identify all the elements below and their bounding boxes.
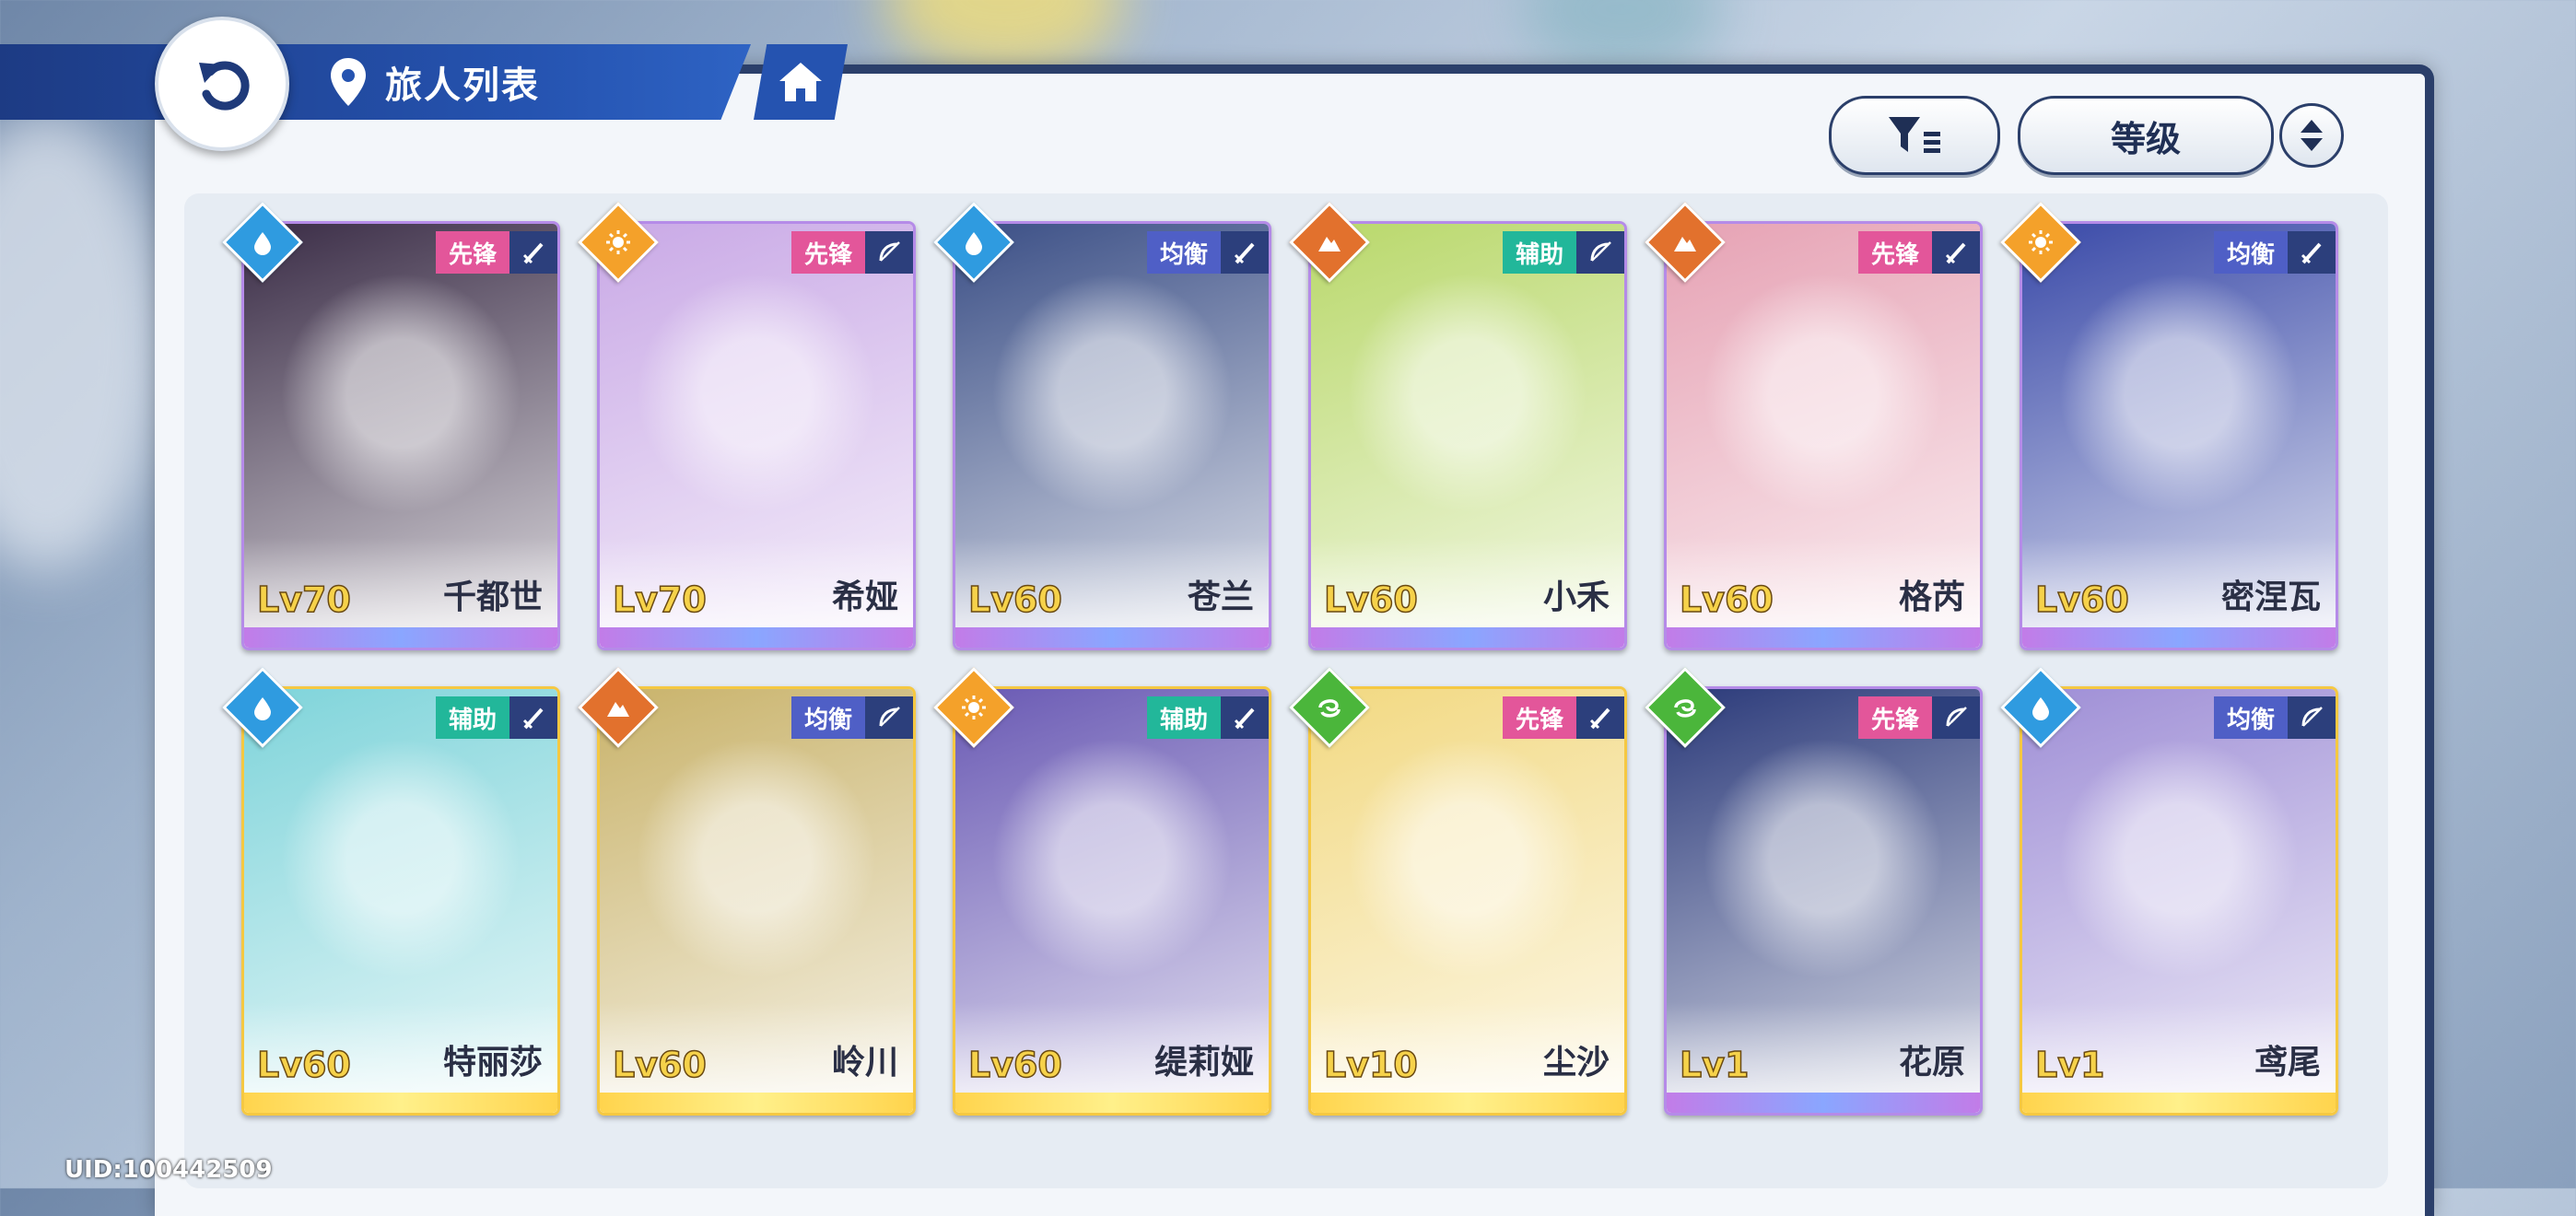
role-badge: 先锋 bbox=[1857, 231, 1932, 274]
traveler-card[interactable]: 辅助 Lv60 特丽莎 bbox=[241, 686, 560, 1116]
role-badge: 辅助 bbox=[1146, 696, 1221, 739]
page-title-group: 旅人列表 bbox=[328, 53, 540, 111]
back-button[interactable] bbox=[155, 17, 289, 151]
rarity-bar bbox=[1667, 1093, 1980, 1113]
traveler-card[interactable]: 辅助 Lv60 小禾 bbox=[1308, 221, 1627, 650]
role-badge: 先锋 bbox=[1857, 696, 1932, 739]
location-pin-icon bbox=[331, 58, 366, 106]
role-badge: 均衡 bbox=[2213, 696, 2288, 739]
card-level: Lv70 bbox=[612, 579, 707, 621]
background-blob bbox=[884, 0, 1124, 74]
card-level: Lv60 bbox=[612, 1044, 707, 1086]
card-level: Lv1 bbox=[1679, 1044, 1750, 1086]
card-level: Lv60 bbox=[256, 1044, 351, 1086]
traveler-card[interactable]: 辅助 Lv60 缇莉娅 bbox=[953, 686, 1271, 1116]
back-arrow-icon bbox=[199, 61, 250, 111]
card-name: 缇莉娅 bbox=[1153, 1044, 1254, 1082]
card-level: Lv60 bbox=[967, 1044, 1062, 1086]
traveler-card[interactable]: 先锋 Lv60 格芮 bbox=[1664, 221, 1983, 650]
sword-icon bbox=[1221, 696, 1269, 739]
sort-by-level-button[interactable]: 等级 bbox=[2018, 96, 2274, 175]
role-badge: 均衡 bbox=[1146, 231, 1221, 274]
card-name: 花原 bbox=[1898, 1044, 1965, 1082]
card-level: Lv10 bbox=[1323, 1044, 1418, 1086]
rarity-bar bbox=[955, 627, 1269, 648]
card-name: 岭川 bbox=[831, 1044, 898, 1082]
filter-button[interactable] bbox=[1829, 96, 2000, 175]
sword-icon bbox=[509, 231, 557, 274]
home-icon bbox=[779, 63, 822, 101]
card-name: 苍兰 bbox=[1187, 579, 1254, 616]
sort-up-down-icon bbox=[2301, 120, 2323, 151]
rarity-bar bbox=[1667, 627, 1980, 648]
role-badge: 均衡 bbox=[790, 696, 865, 739]
role-badge: 辅助 bbox=[435, 696, 509, 739]
traveler-card[interactable]: 先锋 Lv10 尘沙 bbox=[1308, 686, 1627, 1116]
traveler-card[interactable]: 均衡 Lv60 密涅瓦 bbox=[2020, 221, 2338, 650]
sword-icon bbox=[1932, 231, 1980, 274]
sword-icon bbox=[1576, 696, 1624, 739]
rarity-bar bbox=[955, 1093, 1269, 1113]
card-level: Lv60 bbox=[1323, 579, 1418, 621]
rarity-bar bbox=[1311, 627, 1624, 648]
card-name: 千都世 bbox=[442, 579, 543, 616]
card-name: 特丽莎 bbox=[442, 1044, 543, 1082]
uid-label: UID:100442509 bbox=[64, 1156, 273, 1184]
role-badge: 辅助 bbox=[1502, 231, 1576, 274]
card-name: 希娅 bbox=[831, 579, 898, 616]
traveler-card[interactable]: 均衡 Lv60 岭川 bbox=[597, 686, 916, 1116]
traveler-card[interactable]: 先锋 Lv70 希娅 bbox=[597, 221, 916, 650]
rarity-bar bbox=[600, 627, 913, 648]
sword-icon bbox=[1221, 231, 1269, 274]
sort-order-toggle[interactable] bbox=[2279, 103, 2344, 168]
card-name: 密涅瓦 bbox=[2220, 579, 2321, 616]
traveler-card[interactable]: 均衡 Lv60 苍兰 bbox=[953, 221, 1271, 650]
rarity-bar bbox=[244, 1093, 557, 1113]
card-level: Lv60 bbox=[1679, 579, 1774, 621]
card-level: Lv60 bbox=[967, 579, 1062, 621]
traveler-card[interactable]: 先锋 Lv1 花原 bbox=[1664, 686, 1983, 1116]
role-badge: 均衡 bbox=[2213, 231, 2288, 274]
role-badge: 先锋 bbox=[790, 231, 865, 274]
rarity-bar bbox=[1311, 1093, 1624, 1113]
bow-icon bbox=[1576, 231, 1624, 274]
bow-icon bbox=[865, 696, 913, 739]
rarity-bar bbox=[600, 1093, 913, 1113]
sort-label: 等级 bbox=[2110, 118, 2181, 159]
page-title: 旅人列表 bbox=[385, 64, 540, 107]
traveler-card[interactable]: 均衡 Lv1 鸢尾 bbox=[2020, 686, 2338, 1116]
background-blob bbox=[0, 111, 166, 571]
card-name: 小禾 bbox=[1542, 579, 1610, 616]
rarity-bar bbox=[244, 627, 557, 648]
sword-icon bbox=[2288, 231, 2336, 274]
bow-icon bbox=[2288, 696, 2336, 739]
role-badge: 先锋 bbox=[435, 231, 509, 274]
home-button[interactable] bbox=[754, 44, 848, 120]
card-level: Lv70 bbox=[256, 579, 351, 621]
bow-icon bbox=[865, 231, 913, 274]
card-name: 鸢尾 bbox=[2254, 1044, 2321, 1082]
card-name: 格芮 bbox=[1898, 579, 1965, 616]
card-level: Lv60 bbox=[2034, 579, 2129, 621]
rarity-bar bbox=[2022, 1093, 2336, 1113]
rarity-bar bbox=[2022, 627, 2336, 648]
card-level: Lv1 bbox=[2034, 1044, 2105, 1086]
role-badge: 先锋 bbox=[1502, 696, 1576, 739]
card-name: 尘沙 bbox=[1542, 1044, 1610, 1082]
background-blob bbox=[1520, 0, 1723, 74]
sword-icon bbox=[509, 696, 557, 739]
filter-icon bbox=[1889, 117, 1940, 153]
traveler-card[interactable]: 先锋 Lv70 千都世 bbox=[241, 221, 560, 650]
bow-icon bbox=[1932, 696, 1980, 739]
